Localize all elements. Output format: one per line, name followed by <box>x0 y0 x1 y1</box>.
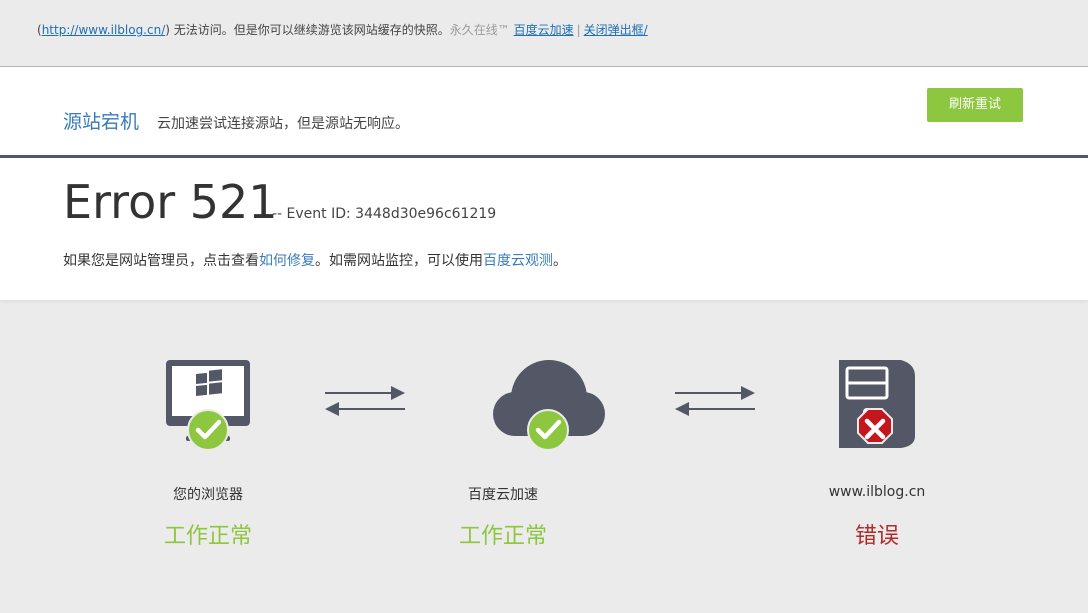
notice-separator: | <box>576 23 581 37</box>
server-node: www.ilblog.cn 错误 <box>767 356 987 549</box>
hint-middle: 。如需网站监控，可以使用 <box>315 253 483 269</box>
site-url-link[interactable]: http://www.ilblog.cn/ <box>42 23 166 37</box>
offline-notice-text: (http://www.ilblog.cn/) 无法访问。但是你可以继续游览该网… <box>37 22 648 38</box>
browser-node-label: 您的浏览器 <box>173 487 243 503</box>
cloud-icon <box>493 360 605 451</box>
hint-prefix: 如果您是网站管理员，点击查看 <box>63 253 259 269</box>
cloud-node-status: 工作正常 <box>458 524 547 549</box>
server-icon <box>839 360 915 448</box>
status-description: 云加速尝试连接源站，但是源站无响应。 <box>157 116 409 132</box>
error-code: Error 521 <box>63 175 278 229</box>
error-section: Error 521 -- Event ID: 3448d30e96c61219 … <box>0 158 1088 300</box>
browser-node-status: 工作正常 <box>163 524 252 549</box>
status-header: 源站宕机 云加速尝试连接源站，但是源站无响应。 刷新重试 <box>0 67 1088 158</box>
bidirectional-arrows-icon <box>675 386 755 416</box>
browser-monitor-icon <box>166 360 250 451</box>
notice-message: ) 无法访问。但是你可以继续游览该网站缓存的快照。 <box>165 23 450 37</box>
offline-notice-bar: (http://www.ilblog.cn/) 无法访问。但是你可以继续游览该网… <box>0 0 1088 67</box>
event-id: -- Event ID: 3448d30e96c61219 <box>272 206 497 222</box>
baidu-monitor-link[interactable]: 百度云观测 <box>483 253 553 269</box>
connection-diagram: 您的浏览器 工作正常 百度云加速 工作正常 www.ilblog.cn 错误 <box>0 300 1088 613</box>
admin-hint: 如果您是网站管理员，点击查看如何修复。如需网站监控，可以使用百度云观测。 <box>63 250 567 270</box>
server-node-label: www.ilblog.cn <box>828 484 926 500</box>
cloud-node-label: 百度云加速 <box>468 487 538 503</box>
ok-badge <box>527 409 569 451</box>
hint-suffix: 。 <box>553 253 567 269</box>
refresh-retry-button[interactable]: 刷新重试 <box>927 88 1023 122</box>
bidirectional-arrows-icon <box>325 386 405 416</box>
server-node-status: 错误 <box>854 524 899 549</box>
how-to-fix-link[interactable]: 如何修复 <box>259 253 315 269</box>
close-popup-link[interactable]: 关闭弹出框/ <box>584 23 648 37</box>
cloud-node: 百度云加速 工作正常 <box>438 356 658 549</box>
ok-badge <box>187 409 229 451</box>
status-title: 源站宕机 <box>63 111 140 133</box>
always-online-label: 永久在线™ <box>449 23 510 37</box>
browser-node: 您的浏览器 工作正常 <box>98 356 318 549</box>
baidu-accel-link[interactable]: 百度云加速 <box>514 23 574 37</box>
